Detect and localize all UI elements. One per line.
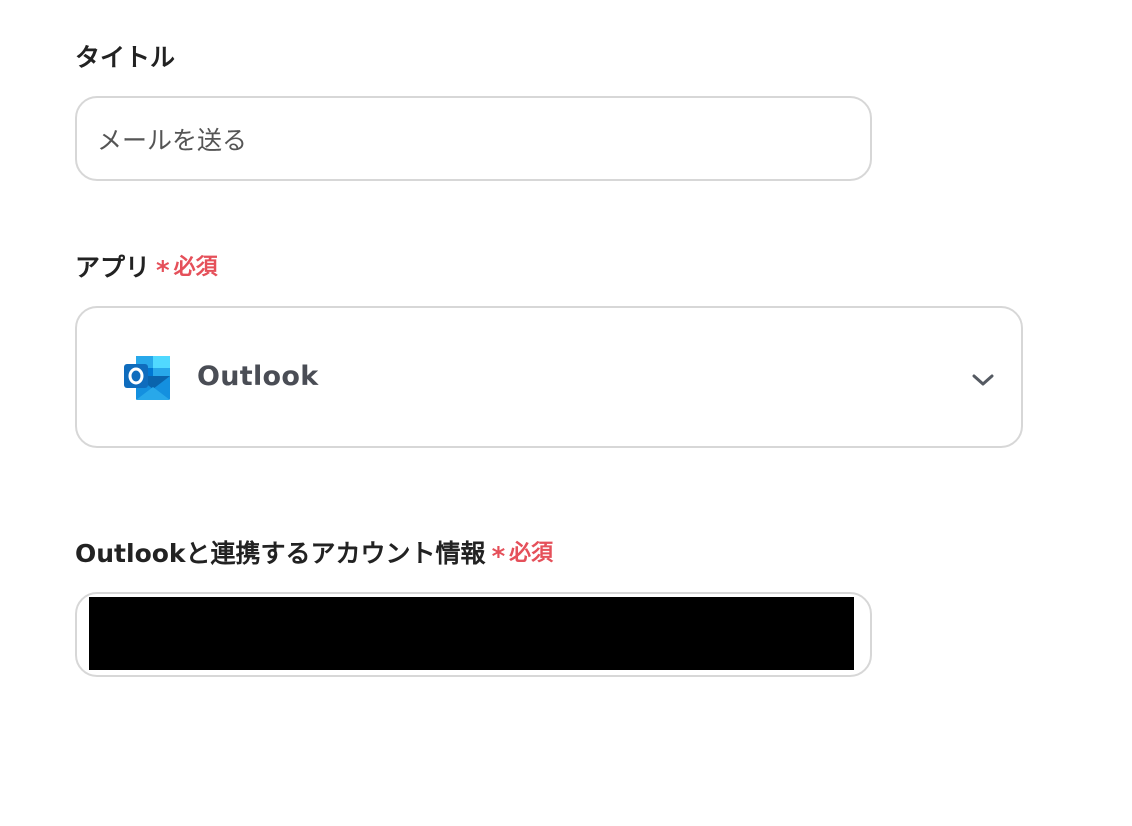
account-label-text: Outlookと連携するアカウント情報 bbox=[75, 539, 486, 568]
required-asterisk: * bbox=[156, 256, 170, 286]
required-text: 必須 bbox=[173, 255, 218, 280]
selected-app-name: Outlook bbox=[197, 361, 319, 392]
title-input[interactable] bbox=[75, 96, 872, 181]
title-label-text: タイトル bbox=[75, 43, 176, 72]
required-indicator: * 必須 bbox=[156, 253, 218, 286]
account-label: Outlookと連携するアカウント情報 * 必須 bbox=[75, 539, 554, 572]
account-select[interactable] bbox=[75, 592, 872, 677]
app-label-text: アプリ bbox=[75, 253, 151, 282]
chevron-down-icon bbox=[971, 368, 995, 392]
app-select[interactable]: Outlook bbox=[75, 306, 1023, 448]
outlook-icon bbox=[122, 354, 172, 402]
required-indicator: * 必須 bbox=[491, 539, 554, 572]
title-label: タイトル bbox=[75, 43, 175, 73]
required-text: 必須 bbox=[509, 541, 554, 566]
redacted-block bbox=[89, 597, 854, 670]
app-label: アプリ * 必須 bbox=[75, 253, 218, 286]
required-asterisk: * bbox=[491, 542, 506, 572]
